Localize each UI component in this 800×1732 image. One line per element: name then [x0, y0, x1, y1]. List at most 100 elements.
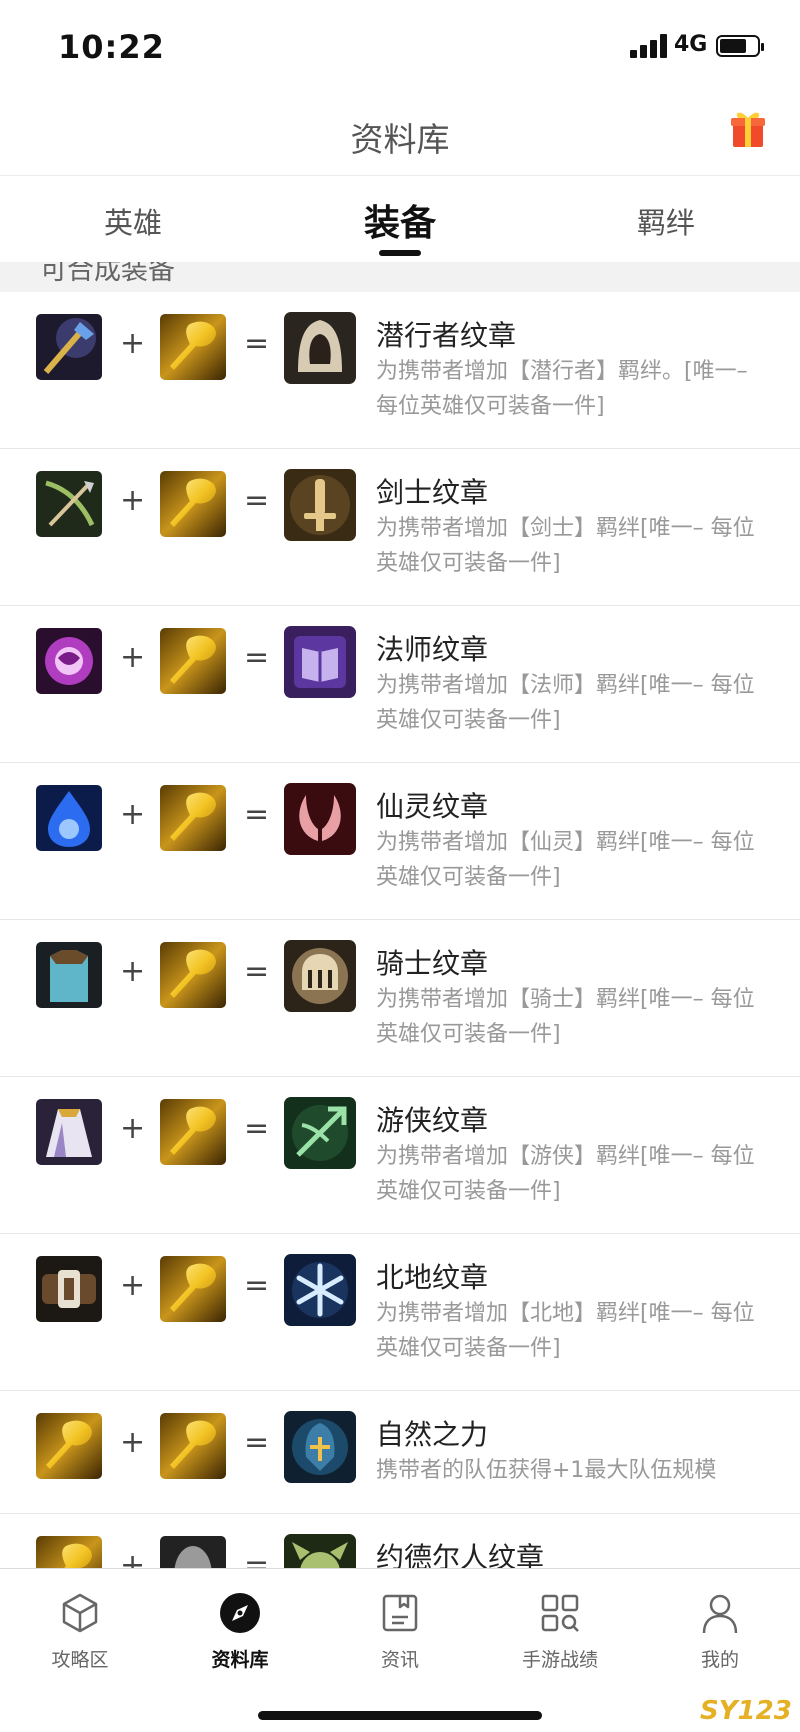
nav-label: 资料库 [211, 1649, 269, 1671]
list-item[interactable]: + = 游侠纹章 为携带者增加【游侠】羁绊[唯一– 每位英雄仅可装备一件] [0, 1077, 800, 1234]
nav-database[interactable]: 资料库 [180, 1591, 300, 1672]
tear-gem-icon [36, 785, 102, 851]
snowflake-icon [284, 1254, 356, 1326]
cloak-icon [36, 1099, 102, 1165]
compass-icon [218, 1591, 262, 1635]
status-bar: 10:22 4G [0, 0, 800, 95]
chain-vest-icon [36, 942, 102, 1008]
spatula-icon [160, 785, 226, 851]
item-name: 游侠纹章 [376, 1104, 489, 1137]
spatula-icon [160, 942, 226, 1008]
force-of-nature-icon [284, 1411, 356, 1483]
page-title: 资料库 [350, 120, 450, 159]
spatula-icon [160, 628, 226, 694]
item-name: 北地纹章 [376, 1261, 489, 1294]
plus-sign: + [120, 640, 146, 675]
item-name: 自然之力 [376, 1418, 489, 1451]
plus-sign: + [120, 1111, 146, 1146]
yordle-icon [284, 1534, 356, 1568]
category-tabs: 英雄 装备 羁绊 [0, 176, 800, 262]
equals-sign: = [244, 483, 270, 518]
nav-news[interactable]: 资讯 [340, 1591, 460, 1672]
plus-sign: + [120, 326, 146, 361]
nav-label: 资讯 [380, 1649, 419, 1671]
gift-icon[interactable] [730, 109, 766, 149]
spatula-icon [160, 471, 226, 537]
staff-icon [36, 314, 102, 380]
dragon-orb-icon [36, 628, 102, 694]
list-item[interactable]: + = 约德尔人纹章 [0, 1514, 800, 1568]
plus-sign: + [120, 797, 146, 832]
spatula-icon [160, 1256, 226, 1322]
plus-sign: + [120, 1268, 146, 1303]
tab-synergies[interactable]: 羁绊 [637, 200, 695, 242]
spatula-icon [160, 314, 226, 380]
section-title: 可合成装备 [40, 262, 175, 286]
nav-guides[interactable]: 攻略区 [20, 1591, 140, 1672]
item-description: 携带者的队伍获得+1最大队伍规模 [376, 1458, 717, 1483]
knight-helmet-icon [284, 940, 356, 1012]
helmet-icon [160, 1536, 226, 1568]
item-description: 为携带者增加【游侠】羁绊[唯一– 每位英雄仅可装备一件] [376, 1144, 755, 1204]
nav-label: 攻略区 [51, 1649, 109, 1671]
equals-sign: = [244, 954, 270, 989]
tab-heroes[interactable]: 英雄 [104, 200, 162, 242]
watermark: SY123 [700, 1696, 792, 1726]
spatula-icon [160, 1099, 226, 1165]
item-description: 为携带者增加【北地】羁绊[唯一– 每位英雄仅可装备一件] [376, 1301, 755, 1361]
item-name: 法师纹章 [376, 633, 489, 666]
item-name: 骑士纹章 [376, 947, 489, 980]
spatula-icon [160, 1413, 226, 1479]
plus-sign: + [120, 1548, 146, 1568]
nav-label: 手游战绩 [521, 1649, 598, 1671]
list-item[interactable]: + = 自然之力 携带者的队伍获得+1最大队伍规模 [0, 1391, 800, 1514]
list-item[interactable]: + = 北地纹章 为携带者增加【北地】羁绊[唯一– 每位英雄仅可装备一件] [0, 1234, 800, 1391]
item-description: 为携带者增加【仙灵】羁绊[唯一– 每位英雄仅可装备一件] [376, 830, 755, 890]
item-name: 潜行者纹章 [376, 319, 517, 352]
spatula-icon [36, 1536, 102, 1568]
bottom-tab-bar: 攻略区 资料库 资讯 手游战绩 我的 [0, 1568, 800, 1732]
equals-sign: = [244, 1548, 270, 1568]
news-icon [378, 1591, 422, 1635]
battery-icon [716, 35, 764, 57]
section-header: 可合成装备 [0, 262, 800, 292]
crossbow-icon [284, 1097, 356, 1169]
sword-icon [284, 469, 356, 541]
equals-sign: = [244, 1268, 270, 1303]
status-time: 10:22 [58, 28, 165, 66]
list-item[interactable]: + = 法师纹章 为携带者增加【法师】羁绊[唯一– 每位英雄仅可装备一件] [0, 606, 800, 763]
home-indicator[interactable] [258, 1711, 542, 1720]
list-item[interactable]: + = 骑士纹章 为携带者增加【骑士】羁绊[唯一– 每位英雄仅可装备一件] [0, 920, 800, 1077]
equals-sign: = [244, 1111, 270, 1146]
list-item[interactable]: + = 潜行者纹章 为携带者增加【潜行者】羁绊。[唯一– 每位英雄仅可装备一件] [0, 292, 800, 449]
plus-sign: + [120, 483, 146, 518]
hooded-assassin-icon [284, 312, 356, 384]
item-name: 仙灵纹章 [376, 790, 489, 823]
item-description: 为携带者增加【剑士】羁绊[唯一– 每位英雄仅可装备一件] [376, 516, 755, 576]
equals-sign: = [244, 797, 270, 832]
wings-icon [284, 783, 356, 855]
equals-sign: = [244, 1425, 270, 1460]
list-item[interactable]: + = 剑士纹章 为携带者增加【剑士】羁绊[唯一– 每位英雄仅可装备一件] [0, 449, 800, 606]
list-item[interactable]: + = 仙灵纹章 为携带者增加【仙灵】羁绊[唯一– 每位英雄仅可装备一件] [0, 763, 800, 920]
spatula-icon [36, 1413, 102, 1479]
cube-icon [58, 1591, 102, 1635]
nav-label: 我的 [700, 1649, 739, 1671]
equals-sign: = [244, 640, 270, 675]
equals-sign: = [244, 326, 270, 361]
spellbook-icon [284, 626, 356, 698]
item-description: 为携带者增加【潜行者】羁绊。[唯一– 每位英雄仅可装备一件] [376, 359, 748, 419]
belt-icon [36, 1256, 102, 1322]
item-description: 为携带者增加【法师】羁绊[唯一– 每位英雄仅可装备一件] [376, 673, 755, 733]
nav-game-records[interactable]: 手游战绩 [500, 1591, 620, 1672]
plus-sign: + [120, 1425, 146, 1460]
nav-header: 资料库 [0, 95, 800, 175]
nav-profile[interactable]: 我的 [660, 1591, 780, 1672]
item-list: + = 潜行者纹章 为携带者增加【潜行者】羁绊。[唯一– 每位英雄仅可装备一件]… [0, 292, 800, 1568]
grid-search-icon [538, 1591, 582, 1635]
bow-icon [36, 471, 102, 537]
tab-items[interactable]: 装备 [364, 194, 436, 246]
active-tab-indicator [379, 250, 421, 256]
item-description: 为携带者增加【骑士】羁绊[唯一– 每位英雄仅可装备一件] [376, 987, 755, 1047]
item-name: 约德尔人纹章 [376, 1541, 545, 1568]
